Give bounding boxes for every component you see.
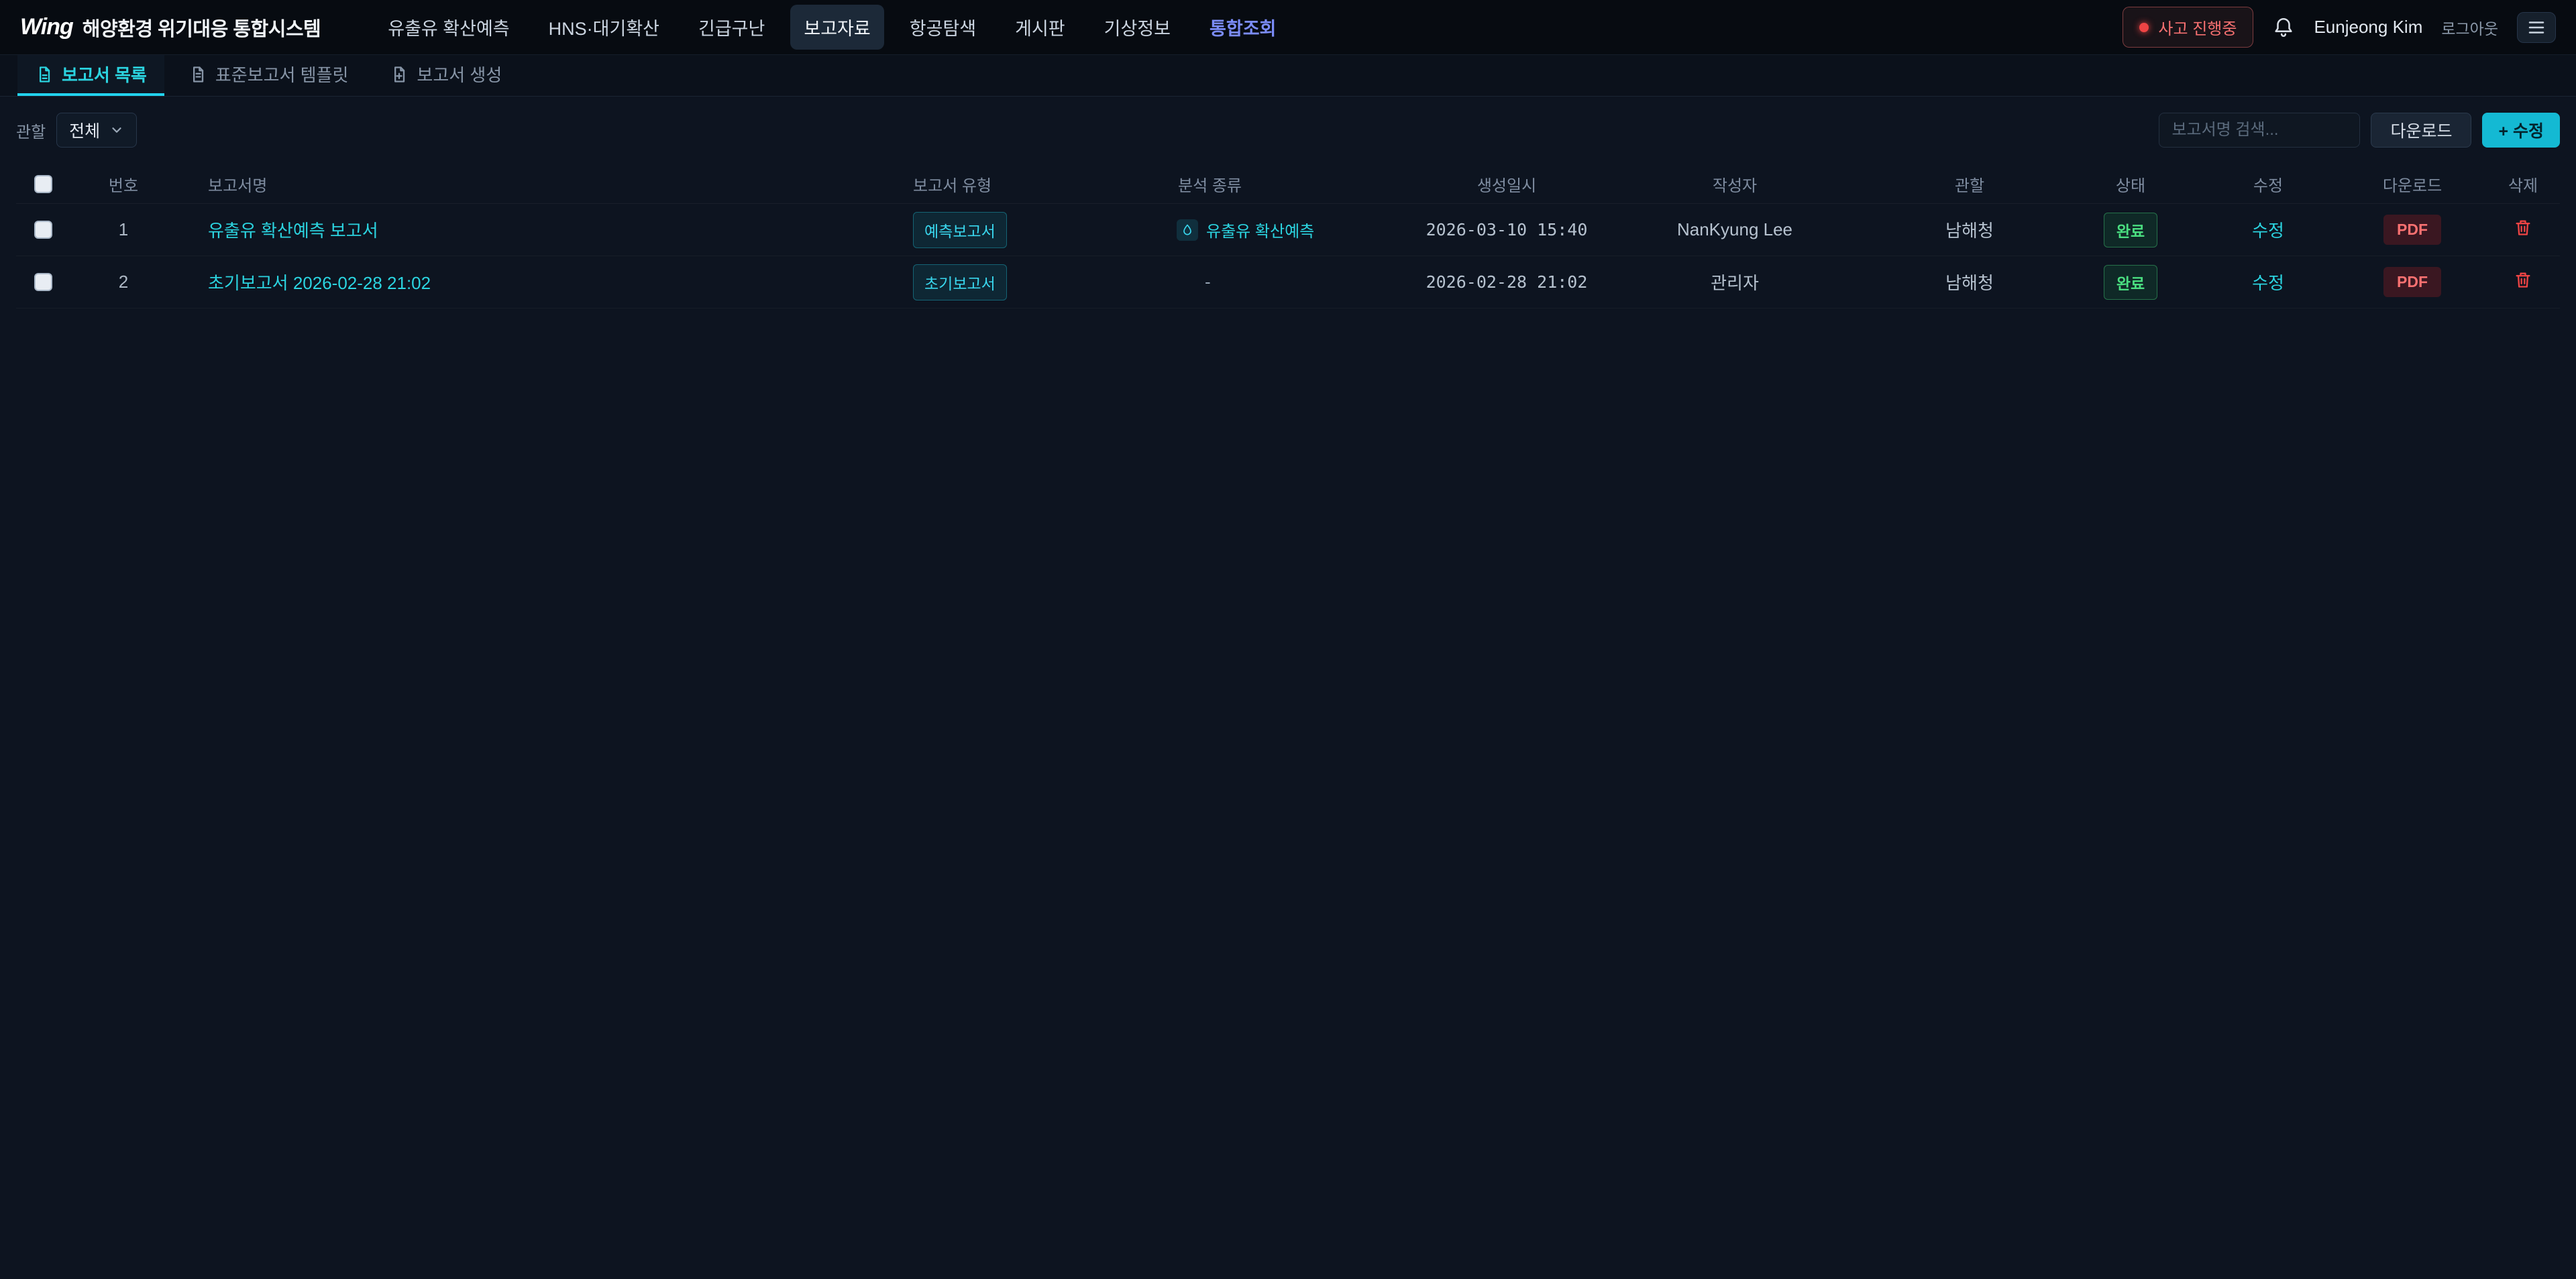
nav-item-board[interactable]: 게시판 — [1002, 5, 1079, 50]
header-download: 다운로드 — [2339, 172, 2486, 196]
header-analysis-type: 분석 종류 — [1165, 172, 1419, 196]
header-status: 상태 — [2063, 172, 2198, 196]
created-at: 2026-02-28 21:02 — [1419, 272, 1594, 292]
jurisdiction-label: 관할 — [16, 119, 46, 142]
notification-bell-icon[interactable] — [2272, 16, 2295, 39]
header-delete: 삭제 — [2486, 172, 2560, 196]
row-number: 1 — [70, 219, 177, 240]
filter-bar-right: 다운로드 + 수정 — [2159, 113, 2560, 148]
header-jurisdiction: 관할 — [1876, 172, 2063, 196]
tab-report-list-label: 보고서 목록 — [62, 62, 147, 87]
created-at: 2026-03-10 15:40 — [1419, 220, 1594, 239]
brand[interactable]: Wing 해양환경 위기대응 통합시스템 — [20, 13, 321, 42]
author: NanKyung Lee — [1594, 219, 1876, 240]
report-type-badge: 초기보고서 — [913, 264, 1007, 300]
report-table: 번호 보고서명 보고서 유형 분석 종류 생성일시 작성자 관할 상태 수정 다… — [16, 165, 2560, 309]
header-created-at: 생성일시 — [1419, 172, 1594, 196]
pdf-download-button[interactable]: PDF — [2383, 267, 2441, 297]
incident-dot-icon — [2139, 23, 2149, 32]
row-checkbox[interactable] — [34, 273, 52, 291]
jurisdiction-select-value: 전체 — [69, 118, 100, 142]
jurisdiction: 남해청 — [1876, 217, 2063, 242]
header-author: 작성자 — [1594, 172, 1876, 196]
tab-report-list[interactable]: 보고서 목록 — [17, 55, 164, 96]
topnav-right: 사고 진행중 Eunjeong Kim 로그아웃 — [2123, 7, 2556, 48]
nav-item-weather[interactable]: 기상정보 — [1091, 5, 1184, 50]
nav-item-integrated-search[interactable]: 통합조회 — [1196, 5, 1289, 50]
report-type-badge: 예측보고서 — [913, 212, 1007, 248]
jurisdiction: 남해청 — [1876, 270, 2063, 294]
table-row: 1 유출유 확산예측 보고서 예측보고서 유출유 확산예측 2026-03-10… — [16, 204, 2560, 256]
incident-status-badge: 사고 진행중 — [2123, 7, 2253, 48]
document-icon — [35, 65, 54, 84]
status-badge: 완료 — [2104, 265, 2157, 300]
filter-bar: 관할 전체 다운로드 + 수정 — [16, 113, 2560, 148]
report-tabs: 보고서 목록 표준보고서 템플릿 보고서 생성 — [0, 55, 2576, 97]
jurisdiction-select[interactable]: 전체 — [56, 113, 137, 148]
edit-link[interactable]: 수정 — [2252, 221, 2284, 241]
tab-report-create-label: 보고서 생성 — [417, 62, 502, 87]
download-button[interactable]: 다운로드 — [2371, 113, 2471, 148]
table-row: 2 초기보고서 2026-02-28 21:02 초기보고서 - 2026-02… — [16, 256, 2560, 309]
analysis-type-link[interactable]: 유출유 확산예측 — [1206, 218, 1314, 241]
logout-link[interactable]: 로그아웃 — [2441, 16, 2498, 39]
trash-icon[interactable] — [2514, 270, 2532, 289]
document-plus-icon — [390, 65, 409, 84]
header-num: 번호 — [70, 172, 177, 196]
main-nav: 유출유 확산예측 HNS·대기확산 긴급구난 보고자료 항공탐색 게시판 기상정… — [374, 5, 1289, 50]
nav-item-aerial-search[interactable]: 항공탐색 — [896, 5, 989, 50]
trash-icon[interactable] — [2514, 218, 2532, 237]
analysis-type-empty: - — [1165, 272, 1419, 292]
hamburger-menu-icon[interactable] — [2517, 12, 2556, 43]
report-search-input[interactable] — [2159, 113, 2360, 148]
report-name-link[interactable]: 유출유 확산예측 보고서 — [208, 221, 378, 241]
header-report-type: 보고서 유형 — [900, 172, 1165, 196]
edit-link[interactable]: 수정 — [2252, 273, 2284, 293]
tab-report-template[interactable]: 표준보고서 템플릿 — [171, 55, 366, 96]
nav-item-rescue[interactable]: 긴급구난 — [685, 5, 778, 50]
user-name: Eunjeong Kim — [2314, 17, 2422, 38]
status-badge: 완료 — [2104, 213, 2157, 247]
droplet-icon — [1177, 219, 1198, 241]
tab-report-template-label: 표준보고서 템플릿 — [215, 62, 349, 87]
select-all-checkbox[interactable] — [34, 175, 52, 193]
document-lines-icon — [189, 65, 207, 84]
table-header-row: 번호 보고서명 보고서 유형 분석 종류 생성일시 작성자 관할 상태 수정 다… — [16, 165, 2560, 204]
pdf-download-button[interactable]: PDF — [2383, 215, 2441, 245]
row-number: 2 — [70, 272, 177, 292]
wing-logo-icon: Wing — [20, 14, 73, 40]
edit-button[interactable]: + 수정 — [2482, 113, 2560, 148]
incident-badge-label: 사고 진행중 — [2158, 15, 2237, 39]
row-checkbox[interactable] — [34, 221, 52, 239]
top-nav: Wing 해양환경 위기대응 통합시스템 유출유 확산예측 HNS·대기확산 긴… — [0, 0, 2576, 55]
nav-item-oil-spill[interactable]: 유출유 확산예측 — [374, 5, 523, 50]
app-title: 해양환경 위기대응 통합시스템 — [83, 13, 321, 42]
header-edit: 수정 — [2198, 172, 2339, 196]
header-report-name: 보고서명 — [177, 172, 900, 196]
report-name-link[interactable]: 초기보고서 2026-02-28 21:02 — [208, 273, 431, 293]
nav-item-reports[interactable]: 보고자료 — [790, 5, 883, 50]
author: 관리자 — [1594, 270, 1876, 294]
tab-report-create[interactable]: 보고서 생성 — [372, 55, 519, 96]
chevron-down-icon — [109, 123, 124, 137]
nav-item-hns[interactable]: HNS·대기확산 — [535, 5, 673, 50]
